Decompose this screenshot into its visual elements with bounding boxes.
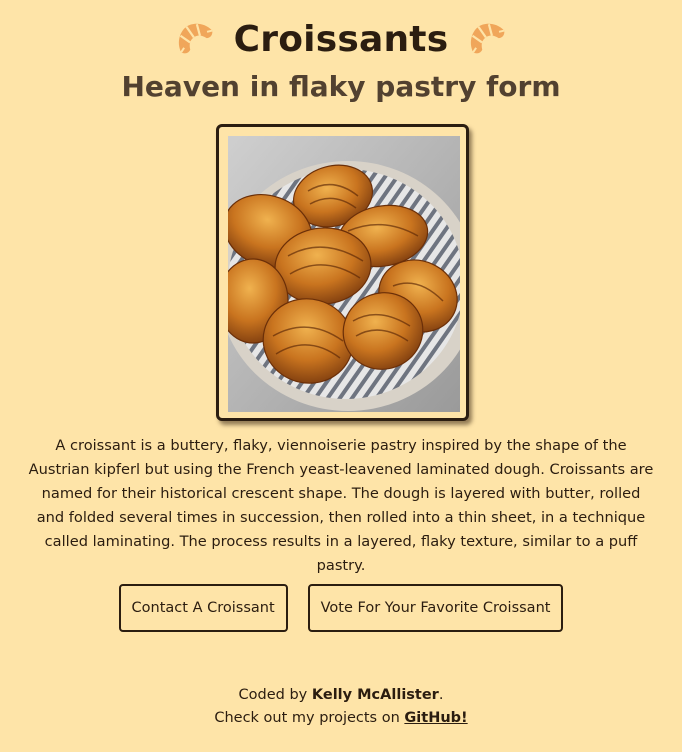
croissant-icon	[172, 16, 218, 62]
coded-by-suffix: .	[438, 687, 444, 703]
coded-by-prefix: Coded by	[238, 687, 312, 703]
croissant-photo	[228, 136, 460, 412]
button-row: Contact A Croissant Vote For Your Favori…	[0, 584, 682, 632]
page-title: Croissants	[233, 18, 449, 60]
croissant-icon	[464, 16, 510, 62]
footer: Coded by Kelly McAllister. Check out my …	[0, 684, 682, 730]
vote-favorite-button[interactable]: Vote For Your Favorite Croissant	[307, 584, 564, 632]
photo-frame	[216, 124, 469, 421]
github-link[interactable]: GitHub!	[404, 710, 467, 726]
author-name: Kelly McAllister	[311, 687, 439, 703]
footer-credit-line: Coded by Kelly McAllister.	[0, 684, 682, 707]
footer-projects-line: Check out my projects on GitHub!	[0, 707, 682, 730]
projects-prefix: Check out my projects on	[214, 710, 405, 726]
page-subtitle: Heaven in flaky pastry form	[121, 70, 561, 103]
croissant-description: A croissant is a buttery, flaky, viennoi…	[28, 437, 654, 574]
title-row: Croissants	[0, 14, 682, 64]
contact-croissant-button[interactable]: Contact A Croissant	[118, 584, 288, 632]
